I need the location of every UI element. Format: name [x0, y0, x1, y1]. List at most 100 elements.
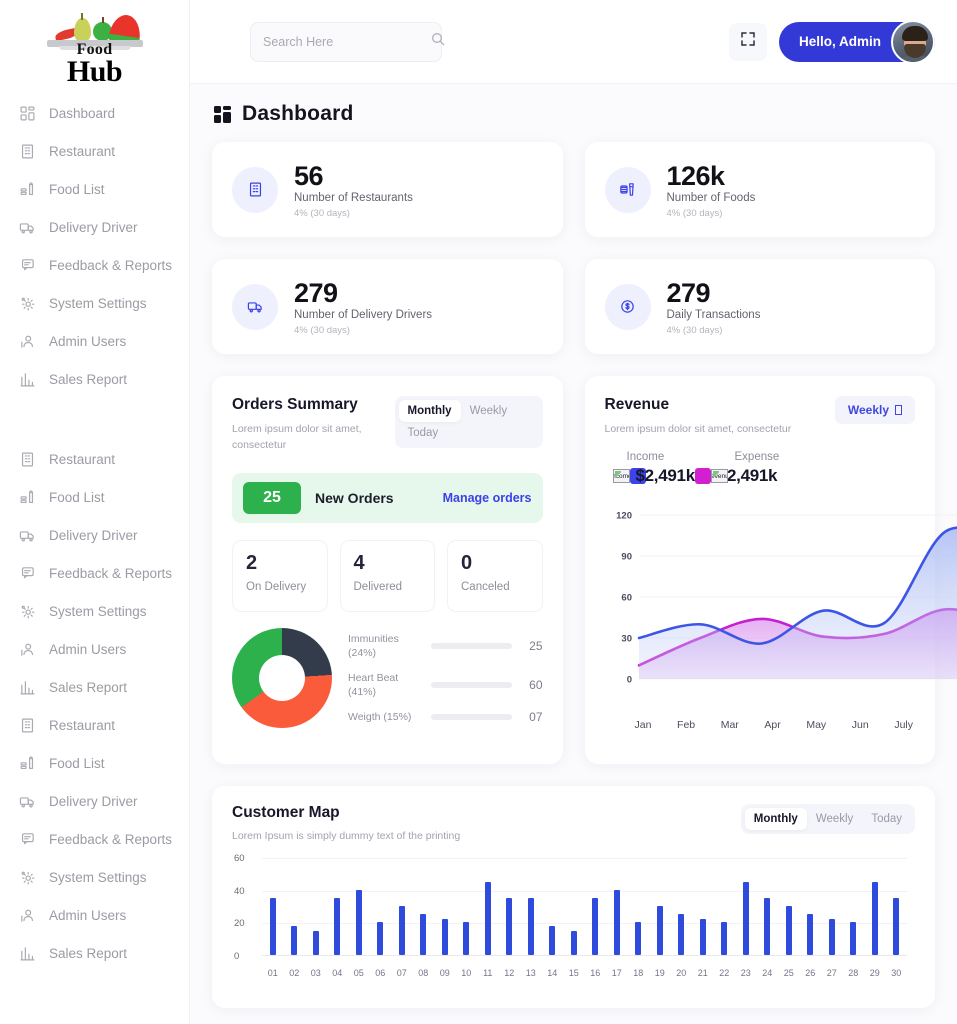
customer-map-bar-column[interactable] — [843, 858, 865, 955]
customer-map-bar-column[interactable] — [284, 858, 306, 955]
order-status-tile[interactable]: 0Canceled — [447, 540, 543, 612]
tab-today[interactable]: Today — [399, 422, 448, 444]
customer-map-bar — [506, 898, 512, 955]
customer-map-bar-column[interactable] — [391, 858, 413, 955]
customer-map-bar-column[interactable] — [714, 858, 736, 955]
stat-card[interactable]: 279Number of Delivery Drivers4% (30 days… — [212, 259, 563, 354]
search-box[interactable] — [250, 22, 442, 62]
tab-monthly[interactable]: Monthly — [399, 400, 461, 422]
customer-map-bar-column[interactable] — [800, 858, 822, 955]
sidebar-item-food-list[interactable]: Food List — [0, 744, 189, 782]
avatar[interactable] — [891, 20, 935, 64]
brand-logo[interactable]: Food Hub — [0, 6, 189, 82]
sidebar-item-delivery-driver[interactable]: Delivery Driver — [0, 782, 189, 820]
customer-map-bars — [262, 858, 907, 956]
customer-map-bar-column[interactable] — [864, 858, 886, 955]
metric-row: Immunities(24%)25 — [348, 632, 543, 660]
order-status-tile[interactable]: 4Delivered — [340, 540, 436, 612]
sidebar-item-label: Sales Report — [49, 680, 127, 695]
metric-value: 60 — [521, 678, 543, 692]
customer-map-bar-column[interactable] — [370, 858, 392, 955]
customer-map-bar-column[interactable] — [499, 858, 521, 955]
search-input[interactable] — [263, 35, 424, 49]
metric-progress-track — [431, 714, 512, 720]
dashboard-icon — [214, 106, 231, 123]
sidebar-item-admin-users[interactable]: Admin Users — [0, 322, 189, 360]
metric-progress-track — [431, 643, 512, 649]
sidebar-item-system-settings[interactable]: System Settings — [0, 592, 189, 630]
gear-icon — [18, 602, 36, 620]
sidebar-item-feedback-reports[interactable]: Feedback & Reports — [0, 246, 189, 284]
revenue-legend: Income Expense Income $2,491k Rev — [605, 451, 916, 501]
admin-profile-button[interactable]: Hello, Admin — [779, 22, 935, 62]
sidebar-item-delivery-driver[interactable]: Delivery Driver — [0, 516, 189, 554]
customer-map-bar-column[interactable] — [563, 858, 585, 955]
customer-map-bar-column[interactable] — [327, 858, 349, 955]
stat-card[interactable]: 279Daily Transactions4% (30 days) — [585, 259, 936, 354]
customer-map-bar-column[interactable] — [542, 858, 564, 955]
customer-map-bar-column[interactable] — [886, 858, 908, 955]
orders-donut-chart — [232, 628, 332, 728]
tab-weekly[interactable]: Weekly — [461, 400, 517, 422]
manage-orders-link[interactable]: Manage orders — [443, 491, 532, 505]
tab-weekly[interactable]: Weekly — [807, 808, 863, 830]
customer-map-bar-column[interactable] — [585, 858, 607, 955]
customer-map-bar-column[interactable] — [628, 858, 650, 955]
stat-value: 56 — [294, 162, 413, 190]
sidebar-item-system-settings[interactable]: System Settings — [0, 858, 189, 896]
sidebar-item-restaurant[interactable]: Restaurant — [0, 440, 189, 478]
sidebar-item-feedback-reports[interactable]: Feedback & Reports — [0, 820, 189, 858]
customer-map-bar-column[interactable] — [262, 858, 284, 955]
customer-map-bar-column[interactable] — [477, 858, 499, 955]
customer-map-bar-column[interactable] — [735, 858, 757, 955]
bar-chart-icon — [18, 678, 36, 696]
customer-map-bar-column[interactable] — [821, 858, 843, 955]
customer-map-bar-column[interactable] — [413, 858, 435, 955]
stat-card[interactable]: 126kNumber of Foods4% (30 days) — [585, 142, 936, 237]
customer-map-bar-column[interactable] — [606, 858, 628, 955]
sidebar-item-system-settings[interactable]: System Settings — [0, 284, 189, 322]
revenue-x-tick: July — [894, 719, 913, 731]
order-status-tile[interactable]: 2On Delivery — [232, 540, 328, 612]
revenue-period-dropdown[interactable]: Weekly — [835, 396, 915, 424]
sidebar-item-label: Admin Users — [49, 334, 126, 349]
fullscreen-button[interactable] — [729, 23, 767, 61]
customer-map-bar-column[interactable] — [692, 858, 714, 955]
stat-card[interactable]: 56Number of Restaurants4% (30 days) — [212, 142, 563, 237]
sidebar-item-dashboard[interactable]: Dashboard — [0, 94, 189, 132]
dollar-coin-icon — [605, 284, 651, 330]
tab-monthly[interactable]: Monthly — [745, 808, 807, 830]
customer-map-x-tick: 11 — [477, 968, 499, 978]
customer-map-x-tick: 04 — [327, 968, 349, 978]
customer-map-bar-column[interactable] — [649, 858, 671, 955]
sidebar-item-feedback-reports[interactable]: Feedback & Reports — [0, 554, 189, 592]
sidebar-item-delivery-driver[interactable]: Delivery Driver — [0, 208, 189, 246]
tab-today[interactable]: Today — [862, 808, 911, 830]
sidebar-item-food-list[interactable]: Food List — [0, 478, 189, 516]
sidebar-item-sales-report[interactable]: Sales Report — [0, 360, 189, 398]
page-title: Dashboard — [242, 102, 354, 126]
sidebar-item-admin-users[interactable]: Admin Users — [0, 896, 189, 934]
customer-map-bar-column[interactable] — [520, 858, 542, 955]
sidebar-item-sales-report[interactable]: Sales Report — [0, 934, 189, 972]
sidebar-item-restaurant[interactable]: Restaurant — [0, 132, 189, 170]
stat-cards-grid: 56Number of Restaurants4% (30 days)126kN… — [212, 142, 935, 354]
stat-label: Daily Transactions — [667, 309, 761, 321]
sidebar-item-restaurant[interactable]: Restaurant — [0, 706, 189, 744]
customer-map-bar-column[interactable] — [456, 858, 478, 955]
customer-map-x-tick: 12 — [499, 968, 521, 978]
customer-map-bar-column[interactable] — [348, 858, 370, 955]
sidebar-item-food-list[interactable]: Food List — [0, 170, 189, 208]
customer-map-bar-column[interactable] — [778, 858, 800, 955]
sidebar-item-sales-report[interactable]: Sales Report — [0, 668, 189, 706]
customer-map-bar-column[interactable] — [434, 858, 456, 955]
customer-map-bar-column[interactable] — [757, 858, 779, 955]
customer-map-bar-column[interactable] — [305, 858, 327, 955]
svg-text:30: 30 — [621, 634, 632, 645]
customer-map-bar-column[interactable] — [671, 858, 693, 955]
sidebar-item-label: Restaurant — [49, 452, 115, 467]
customer-map-bar — [743, 882, 749, 956]
customer-map-bar — [442, 919, 448, 955]
customer-map-y-tick: 20 — [234, 918, 245, 929]
sidebar-item-admin-users[interactable]: Admin Users — [0, 630, 189, 668]
